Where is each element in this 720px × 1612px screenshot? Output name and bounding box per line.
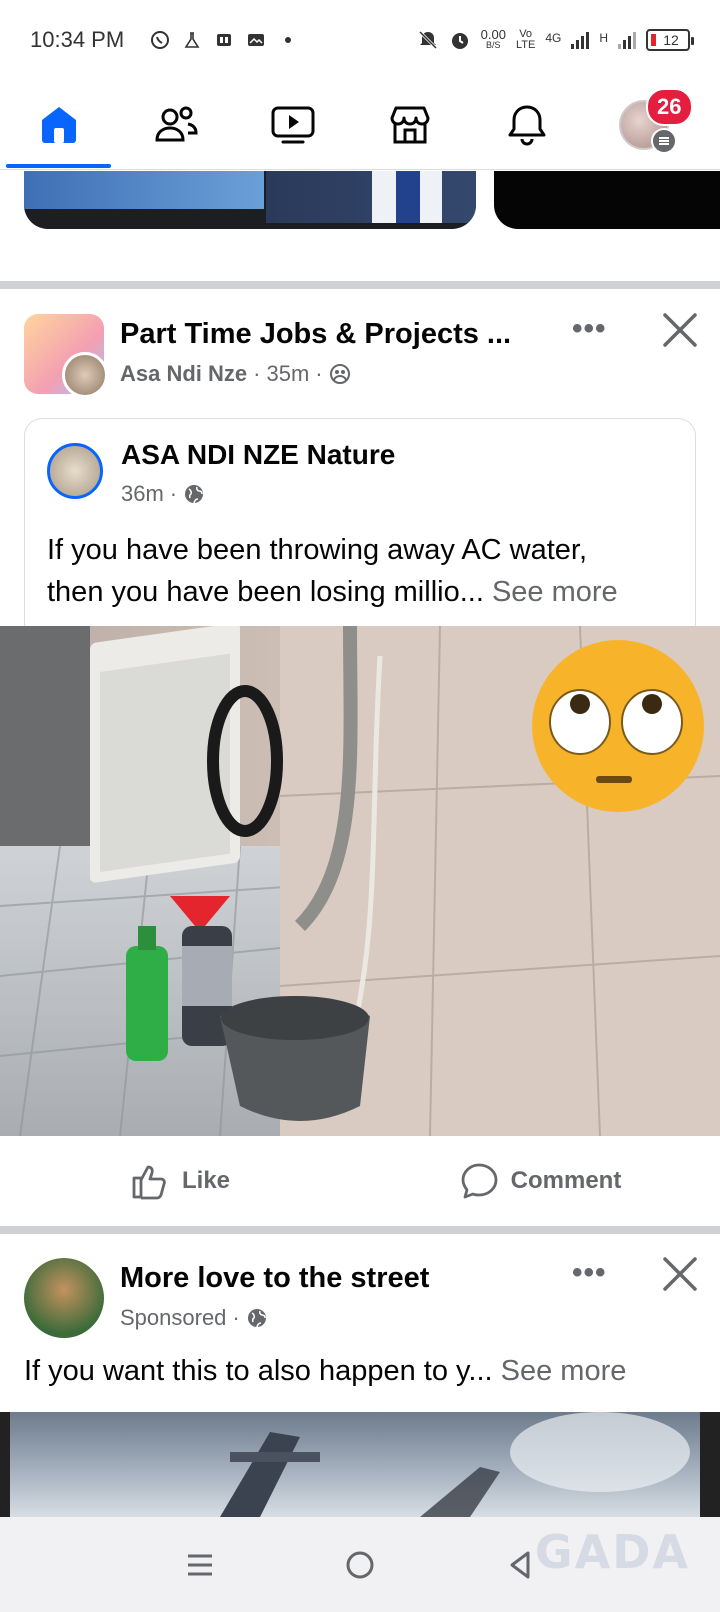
post-actions: Like Comment <box>0 1136 720 1226</box>
more-options-button[interactable]: ••• <box>572 312 607 346</box>
back-icon[interactable] <box>504 1549 536 1581</box>
reel-card[interactable] <box>494 171 720 229</box>
battery-icon: 12 <box>646 29 694 51</box>
clock: 10:34 PM <box>30 27 125 52</box>
sponsored-post-header: More love to the street Sponsored · <box>24 1258 429 1338</box>
volte-indicator: Vo LTE <box>515 28 536 51</box>
home-button-icon[interactable] <box>344 1549 376 1581</box>
reels-strip[interactable] <box>0 171 720 281</box>
globe-icon <box>247 1309 266 1328</box>
author-avatar[interactable] <box>62 352 108 398</box>
signal-bars-2-icon <box>618 31 636 49</box>
marketplace-icon <box>390 106 429 143</box>
tab-marketplace[interactable] <box>351 80 468 170</box>
gallery-icon <box>248 34 265 46</box>
tab-video[interactable] <box>234 80 351 170</box>
watermark-logo: GADA <box>534 1525 690 1579</box>
globe-icon <box>185 485 204 504</box>
home-icon <box>41 106 76 143</box>
like-button[interactable]: Like <box>0 1161 360 1201</box>
group-name[interactable]: Part Time Jobs & Projects ... <box>120 318 511 351</box>
feed-divider <box>0 1226 720 1234</box>
tab-notifications[interactable] <box>468 80 585 170</box>
post-text: If you have been throwing away AC water,… <box>47 534 618 608</box>
notification-count-badge: 26 <box>646 87 693 126</box>
sponsored-label[interactable]: Sponsored <box>120 1305 226 1331</box>
reel-card[interactable] <box>24 171 476 229</box>
advertiser-avatar[interactable] <box>24 1258 104 1338</box>
shared-post-time[interactable]: 36m <box>121 481 164 507</box>
feed-divider <box>0 281 720 289</box>
flask-icon <box>184 32 200 48</box>
author-name[interactable]: Asa Ndi Nze <box>120 361 247 387</box>
advertiser-name[interactable]: More love to the street <box>120 1262 429 1295</box>
net-speed: 0.00 B/S <box>480 27 506 50</box>
ad-text: If you want this to also happen to y... … <box>24 1355 627 1387</box>
dot-icon <box>285 37 292 43</box>
post-time[interactable]: 35m <box>266 361 309 387</box>
top-navigation: 26 <box>0 80 720 170</box>
tab-home[interactable] <box>0 80 117 170</box>
signal-bars-icon <box>571 31 590 49</box>
alarm-icon <box>451 33 468 49</box>
net-type-4g: 4G <box>545 31 562 45</box>
mute-bell-icon <box>418 30 437 50</box>
post-header: Part Time Jobs & Projects ... Asa Ndi Nz… <box>24 314 511 398</box>
group-avatar[interactable] <box>24 314 108 398</box>
tab-menu[interactable]: 26 <box>585 80 702 170</box>
close-icon[interactable] <box>660 1254 700 1294</box>
tab-friends[interactable] <box>117 80 234 170</box>
more-options-button[interactable]: ••• <box>572 1256 607 1290</box>
friends-icon <box>154 106 198 141</box>
page-avatar[interactable] <box>47 443 103 499</box>
page-name[interactable]: ASA NDI NZE Nature <box>121 439 395 471</box>
post-photo <box>0 626 720 1136</box>
see-more-link[interactable]: See more <box>501 1355 627 1387</box>
thumbs-up-icon <box>132 1165 166 1200</box>
menu-icon <box>650 127 677 154</box>
shared-post-card[interactable]: ASA NDI NZE Nature 36m · If you have bee… <box>24 418 696 628</box>
comment-icon <box>461 1163 498 1199</box>
see-more-link[interactable]: See more <box>492 576 618 608</box>
group-audience-icon <box>329 364 350 384</box>
ad-photo <box>0 1412 720 1517</box>
comment-button[interactable]: Comment <box>360 1161 720 1201</box>
whatsapp-icon <box>151 31 170 49</box>
net-type-h: H <box>599 31 608 45</box>
close-icon[interactable] <box>660 310 700 350</box>
status-bar: 10:34 PM 0.00 B/S Vo LTE 4G H 12 <box>0 0 720 80</box>
post-image[interactable] <box>0 626 720 1136</box>
ad-image[interactable] <box>0 1412 720 1517</box>
recent-apps-icon[interactable] <box>184 1549 216 1581</box>
video-icon <box>271 106 314 143</box>
app-icon <box>217 34 232 46</box>
bell-icon <box>508 105 545 145</box>
